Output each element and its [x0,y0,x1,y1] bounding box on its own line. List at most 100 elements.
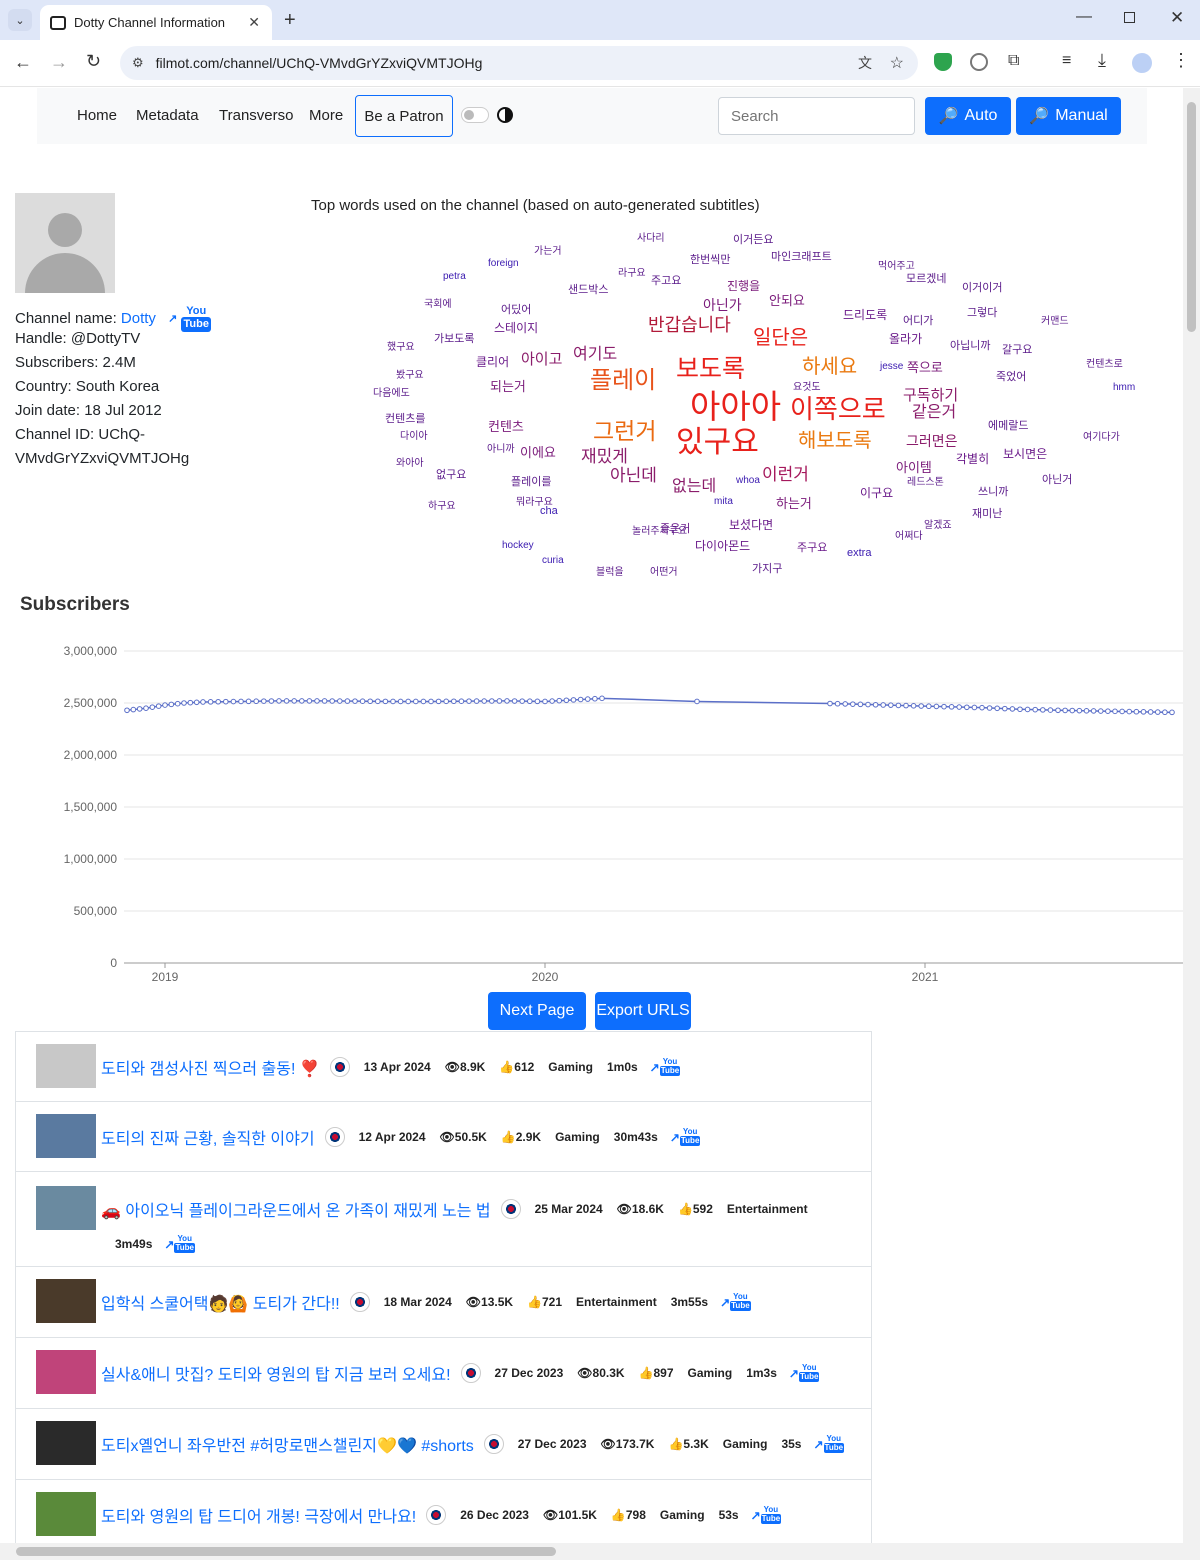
video-thumbnail[interactable] [36,1186,96,1230]
video-thumbnail[interactable] [36,1350,96,1394]
data-point [918,703,925,709]
video-likes: 👍798 [610,1508,646,1522]
video-likes: 👍592 [677,1202,713,1216]
next-page-label: Next Page [499,1002,575,1019]
video-title-link[interactable]: 도티와 갬성사진 찍으러 출동! ❣️ [101,1055,320,1079]
next-page-button[interactable]: Next Page [488,992,586,1030]
word-28: 드리도록 [843,308,888,322]
video-thumbnail[interactable] [36,1421,96,1465]
video-thumbnail[interactable] [36,1114,96,1158]
word-90: 어떤거 [650,567,678,578]
video-date: 12 Apr 2024 [358,1130,426,1144]
word-16: 같은거 [912,404,957,421]
video-info: 실사&애니 맛집? 도티와 영원의 탑 지금 보러 오세요! 27 Dec 202… [101,1361,861,1385]
xtick-label-0: 2019 [152,970,179,984]
data-point [413,698,419,705]
youtube-logo-icon[interactable]: You Tube [760,1506,782,1524]
data-point [694,698,700,705]
word-5: 그런거 [593,418,657,444]
ytick-label-0: 3,000,000 [64,644,118,658]
video-title-link[interactable]: 도티x옐언니 좌우반전 #허망로맨스챌린지💛💙 #shorts [101,1432,474,1456]
data-point [149,704,156,710]
youtube-link-icon[interactable]: ↗ [751,1509,761,1521]
data-point [1119,708,1125,715]
youtube-logo-icon[interactable]: You Tube [174,1235,195,1253]
data-point [994,705,1001,712]
data-point [215,698,221,705]
youtube-link-icon[interactable]: ↗ [164,1238,174,1250]
data-point [1062,707,1068,714]
data-point [511,698,518,704]
data-point [496,698,503,704]
word-74: 하구요 [428,501,456,512]
word-12: 없는데 [672,478,717,495]
word-7: 하세요 [802,356,858,378]
video-row: 도티의 진짜 근황, 솔직한 이야기 12 Apr 2024 👁50.5K 👍2.9K… [15,1101,872,1172]
data-point [230,698,237,705]
data-point [299,698,305,704]
data-point [276,698,282,704]
video-thumbnail[interactable] [36,1492,96,1536]
video-title-link[interactable]: 🚗 아이오닉 플레이그라운드에서 온 가족이 재밌게 노는 법 [101,1197,491,1221]
video-title-link[interactable]: 실사&애니 맛집? 도티와 영원의 탑 지금 보러 오세요! [101,1361,451,1385]
youtube-link-icon[interactable]: ↗ [670,1131,680,1143]
word-33: 보셨다면 [729,518,774,532]
data-point [577,696,584,703]
data-point [359,698,366,704]
youtube-logo-icon[interactable]: You Tube [659,1058,681,1076]
video-views: 👁8.9K [444,1060,486,1074]
word-31: 보시면은 [1003,447,1048,461]
youtube-logo-icon[interactable]: You Tube [823,1435,845,1453]
data-point [979,704,985,711]
data-point [390,698,396,705]
word-80: 에메랄드 [988,420,1029,432]
hscroll-thumb[interactable] [16,1547,556,1556]
data-point [584,696,591,702]
video-duration: 3m49s [115,1237,153,1251]
data-point [1047,707,1054,713]
video-title-link[interactable]: 도티와 영원의 탑 드디어 개봉! 극장에서 만나요! [101,1503,416,1527]
vertical-scrollbar[interactable] [1183,88,1200,1560]
scroll-thumb[interactable] [1187,102,1196,332]
video-title-link[interactable]: 입학식 스쿨어택🧑🙆 도티가 간다!! [101,1290,340,1314]
video-thumbnail[interactable] [36,1279,96,1323]
data-point [130,706,137,713]
word-15: 아이고 [521,351,563,368]
youtube-logo-icon[interactable]: You Tube [730,1293,751,1311]
word-4: 플레이 [590,367,657,394]
video-thumbnail[interactable] [36,1044,96,1088]
data-point [481,698,488,704]
video-duration: 30m43s [613,1130,658,1144]
horizontal-scrollbar[interactable] [0,1543,1183,1560]
word-56: 커맨드 [1041,316,1069,327]
youtube-link-icon[interactable]: ↗ [789,1367,799,1379]
data-point [1069,707,1076,714]
ytick-label-3: 1,500,000 [64,800,118,814]
video-row: 🚗 아이오닉 플레이그라운드에서 온 가족이 재밌게 노는 법 25 Mar 20… [15,1171,872,1267]
video-likes: 👍612 [499,1060,535,1074]
ytick-label-2: 2,000,000 [64,748,118,762]
word-91: 블럭을 [596,567,624,578]
data-point [367,698,374,705]
data-point [1076,707,1083,714]
youtube-link-icon[interactable]: ↗ [650,1061,660,1073]
data-point [1162,709,1168,716]
word-23: 아이템 [896,460,932,475]
youtube-logo-icon[interactable]: You Tube [679,1128,701,1146]
data-point [1090,708,1097,714]
video-title-link[interactable]: 도티의 진짜 근황, 솔직한 이야기 [101,1125,315,1149]
data-point [458,698,465,704]
data-point [1009,706,1016,712]
video-date: 26 Dec 2023 [460,1508,529,1522]
youtube-logo-icon[interactable]: You Tube [798,1364,820,1382]
word-41: 샌드박스 [568,284,609,296]
youtube-link-icon[interactable]: ↗ [813,1438,823,1450]
youtube-link-icon[interactable]: ↗ [720,1296,730,1308]
export-urls-button[interactable]: Export URLS [595,992,691,1030]
video-views: 👁80.3K [577,1366,625,1380]
word-45: 가는거 [534,246,562,257]
word-42: 마인크래프트 [771,251,832,263]
data-point [1083,708,1090,714]
data-point [375,698,381,705]
word-46: foreign [488,258,519,269]
